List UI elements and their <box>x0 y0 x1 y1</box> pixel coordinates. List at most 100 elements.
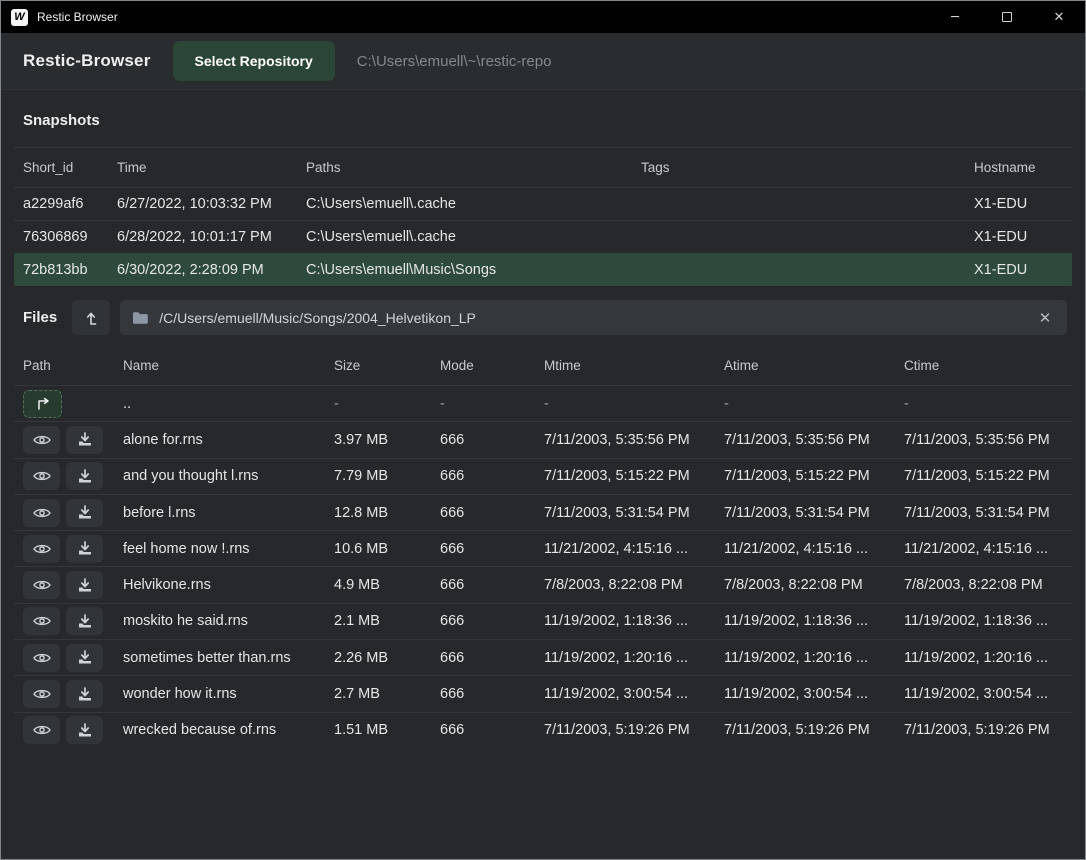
file-row[interactable]: moskito he said.rns 2.1 MB 666 11/19/200… <box>14 603 1072 639</box>
file-row[interactable]: wonder how it.rns 2.7 MB 666 11/19/2002,… <box>14 675 1072 711</box>
file-mtime: 7/11/2003, 5:35:56 PM <box>535 432 715 448</box>
column-header-hostname: Hostname <box>965 160 1072 175</box>
file-atime: 7/11/2003, 5:15:22 PM <box>715 468 895 484</box>
minimize-button[interactable]: ─ <box>929 1 981 33</box>
file-atime: 11/19/2002, 1:20:16 ... <box>715 650 895 666</box>
select-repository-button[interactable]: Select Repository <box>173 41 335 81</box>
file-name: sometimes better than.rns <box>114 650 325 666</box>
clear-path-button[interactable]: ✕ <box>1033 306 1057 330</box>
close-button[interactable]: ✕ <box>1033 1 1085 33</box>
restore-button[interactable] <box>66 680 103 708</box>
snapshots-table-body: a2299af6 6/27/2022, 10:03:32 PM C:\Users… <box>14 187 1072 286</box>
download-icon <box>77 650 93 665</box>
file-name: moskito he said.rns <box>114 613 325 629</box>
file-ctime: 7/11/2003, 5:31:54 PM <box>895 505 1072 521</box>
snapshot-row[interactable]: a2299af6 6/27/2022, 10:03:32 PM C:\Users… <box>14 187 1072 220</box>
file-row[interactable]: Helvikone.rns 4.9 MB 666 7/8/2003, 8:22:… <box>14 566 1072 602</box>
download-icon <box>77 687 93 702</box>
eye-icon <box>32 723 52 737</box>
file-atime: 11/19/2002, 1:18:36 ... <box>715 613 895 629</box>
preview-button[interactable] <box>23 680 60 708</box>
files-heading: Files <box>23 309 57 326</box>
file-row[interactable]: sometimes better than.rns 2.26 MB 666 11… <box>14 639 1072 675</box>
download-icon <box>77 614 93 629</box>
file-row[interactable]: before l.rns 12.8 MB 666 7/11/2003, 5:31… <box>14 494 1072 530</box>
maximize-button[interactable] <box>981 1 1033 33</box>
files-toolbar: Files /C/Users/emuell/Music/Songs/2004_H… <box>23 300 1067 335</box>
file-row[interactable]: alone for.rns 3.97 MB 666 7/11/2003, 5:3… <box>14 421 1072 457</box>
breadcrumb-path: /C/Users/emuell/Music/Songs/2004_Helveti… <box>159 310 1023 326</box>
dump-snapshot-button[interactable] <box>72 300 110 335</box>
preview-button[interactable] <box>23 426 60 454</box>
file-mode: 666 <box>431 468 535 484</box>
snapshot-row[interactable]: 76306869 6/28/2022, 10:01:17 PM C:\Users… <box>14 220 1072 253</box>
file-mode: 666 <box>431 541 535 557</box>
preview-button[interactable] <box>23 644 60 672</box>
preview-button[interactable] <box>23 716 60 744</box>
restore-button[interactable] <box>66 535 103 563</box>
file-atime: 11/19/2002, 3:00:54 ... <box>715 686 895 702</box>
snapshot-row[interactable]: 72b813bb 6/30/2022, 2:28:09 PM C:\Users\… <box>14 253 1072 286</box>
file-size: 10.6 MB <box>325 541 431 557</box>
preview-button[interactable] <box>23 607 60 635</box>
file-mode: 666 <box>431 432 535 448</box>
snapshot-paths: C:\Users\emuell\.cache <box>297 229 632 245</box>
column-header-name: Name <box>114 358 325 373</box>
snapshot-short-id: 72b813bb <box>14 262 108 278</box>
file-mode: 666 <box>431 613 535 629</box>
file-row[interactable]: and you thought l.rns 7.79 MB 666 7/11/2… <box>14 458 1072 494</box>
download-icon <box>77 578 93 593</box>
file-name: .. <box>114 396 325 412</box>
file-ctime: 7/11/2003, 5:15:22 PM <box>895 468 1072 484</box>
file-ctime: 7/11/2003, 5:35:56 PM <box>895 432 1072 448</box>
titlebar[interactable]: W Restic Browser ─ ✕ <box>1 1 1085 33</box>
column-header-mtime: Mtime <box>535 358 715 373</box>
restore-button[interactable] <box>66 607 103 635</box>
preview-button[interactable] <box>23 499 60 527</box>
column-header-ctime: Ctime <box>895 358 1072 373</box>
file-name: and you thought l.rns <box>114 468 325 484</box>
app-header: Restic-Browser Select Repository C:\User… <box>1 33 1085 90</box>
restore-button[interactable] <box>66 716 103 744</box>
file-ctime: 11/21/2002, 4:15:16 ... <box>895 541 1072 557</box>
snapshot-short-id: a2299af6 <box>14 196 108 212</box>
file-atime: 7/11/2003, 5:35:56 PM <box>715 432 895 448</box>
snapshot-time: 6/30/2022, 2:28:09 PM <box>108 262 297 278</box>
repository-path: C:\Users\emuell\~\restic-repo <box>357 53 552 70</box>
restore-button[interactable] <box>66 462 103 490</box>
file-mtime: - <box>535 396 715 412</box>
restore-button[interactable] <box>66 571 103 599</box>
file-atime: 7/11/2003, 5:19:26 PM <box>715 722 895 738</box>
file-name: wonder how it.rns <box>114 686 325 702</box>
file-size: 1.51 MB <box>325 722 431 738</box>
file-ctime: 11/19/2002, 3:00:54 ... <box>895 686 1072 702</box>
eye-icon <box>32 578 52 592</box>
file-mtime: 11/21/2002, 4:15:16 ... <box>535 541 715 557</box>
file-ctime: 7/8/2003, 8:22:08 PM <box>895 577 1072 593</box>
preview-button[interactable] <box>23 462 60 490</box>
folder-icon <box>132 311 149 325</box>
restore-button[interactable] <box>66 426 103 454</box>
file-atime: 11/21/2002, 4:15:16 ... <box>715 541 895 557</box>
preview-button[interactable] <box>23 535 60 563</box>
preview-button[interactable] <box>23 571 60 599</box>
file-name: wrecked because of.rns <box>114 722 325 738</box>
file-size: 4.9 MB <box>325 577 431 593</box>
file-mtime: 11/19/2002, 3:00:54 ... <box>535 686 715 702</box>
file-mode: 666 <box>431 686 535 702</box>
restore-button[interactable] <box>66 644 103 672</box>
file-name: Helvikone.rns <box>114 577 325 593</box>
file-row[interactable]: feel home now !.rns 10.6 MB 666 11/21/20… <box>14 530 1072 566</box>
file-row[interactable]: wrecked because of.rns 1.51 MB 666 7/11/… <box>14 712 1072 748</box>
file-mtime: 7/11/2003, 5:31:54 PM <box>535 505 715 521</box>
restore-button[interactable] <box>66 499 103 527</box>
column-header-atime: Atime <box>715 358 895 373</box>
close-icon: ✕ <box>1039 309 1052 327</box>
parent-dir-row: .. - - - - - <box>14 385 1072 421</box>
snapshot-time: 6/27/2022, 10:03:32 PM <box>108 196 297 212</box>
file-mtime: 7/11/2003, 5:19:26 PM <box>535 722 715 738</box>
file-mtime: 7/8/2003, 8:22:08 PM <box>535 577 715 593</box>
file-mtime: 7/11/2003, 5:15:22 PM <box>535 468 715 484</box>
parent-dir-button[interactable] <box>23 390 62 418</box>
file-mode: 666 <box>431 505 535 521</box>
